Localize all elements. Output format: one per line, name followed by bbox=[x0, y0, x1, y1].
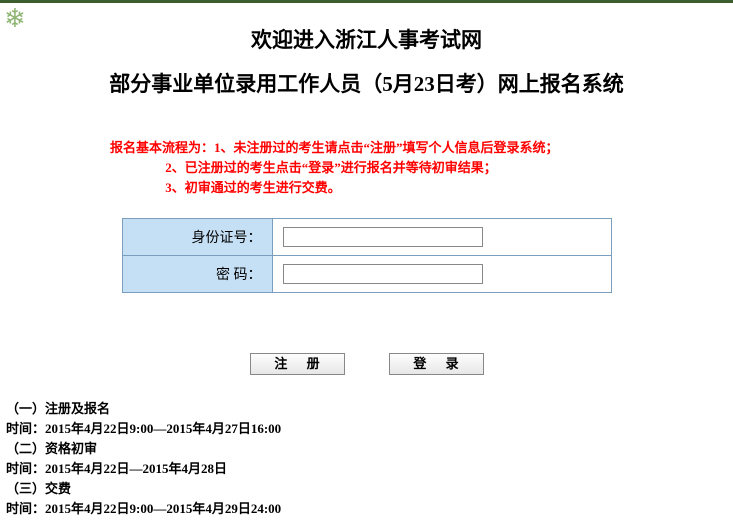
schedule-3-time: 时间：2015年4月22日9:00—2015年4月29日24:00 bbox=[6, 499, 281, 519]
id-label: 身份证号： bbox=[122, 219, 272, 256]
top-border bbox=[0, 0, 733, 3]
snowflake-icon: ❄ bbox=[4, 4, 34, 34]
login-button[interactable]: 登 录 bbox=[389, 353, 484, 375]
password-label: 密 码： bbox=[122, 256, 272, 293]
page-title-sub: 部分事业单位录用工作人员（5月23日考）网上报名系统 bbox=[0, 68, 733, 98]
notice-line2: 2、已注册过的考生点击“登录”进行报名并等待初审结果； bbox=[165, 160, 497, 175]
main-content: 欢迎进入浙江人事考试网 部分事业单位录用工作人员（5月23日考）网上报名系统 报… bbox=[0, 0, 733, 375]
password-input[interactable] bbox=[283, 264, 483, 284]
notice-block: 报名基本流程为：1、未注册过的考生请点击“注册”填写个人信息后登录系统； 2、已… bbox=[110, 138, 733, 198]
notice-line1: 1、未注册过的考生请点击“注册”填写个人信息后登录系统； bbox=[214, 140, 559, 155]
button-row: 注 册 登 录 bbox=[0, 353, 733, 375]
schedule-1-time: 时间：2015年4月22日9:00—2015年4月27日16:00 bbox=[6, 419, 281, 439]
notice-line3: 3、初审通过的考生进行交费。 bbox=[165, 180, 341, 195]
schedule-2-time: 时间：2015年4月22日—2015年4月28日 bbox=[6, 459, 281, 479]
schedule-3-title: （三）交费 bbox=[6, 479, 281, 499]
schedule-block: （一）注册及报名 时间：2015年4月22日9:00—2015年4月27日16:… bbox=[6, 399, 281, 519]
page-title-main: 欢迎进入浙江人事考试网 bbox=[0, 24, 733, 54]
notice-prefix: 报名基本流程为： bbox=[110, 140, 214, 155]
id-input[interactable] bbox=[283, 227, 483, 247]
schedule-2-title: （二）资格初审 bbox=[6, 439, 281, 459]
login-form-table: 身份证号： 密 码： bbox=[122, 218, 612, 293]
register-button[interactable]: 注 册 bbox=[250, 353, 345, 375]
schedule-1-title: （一）注册及报名 bbox=[6, 399, 281, 419]
